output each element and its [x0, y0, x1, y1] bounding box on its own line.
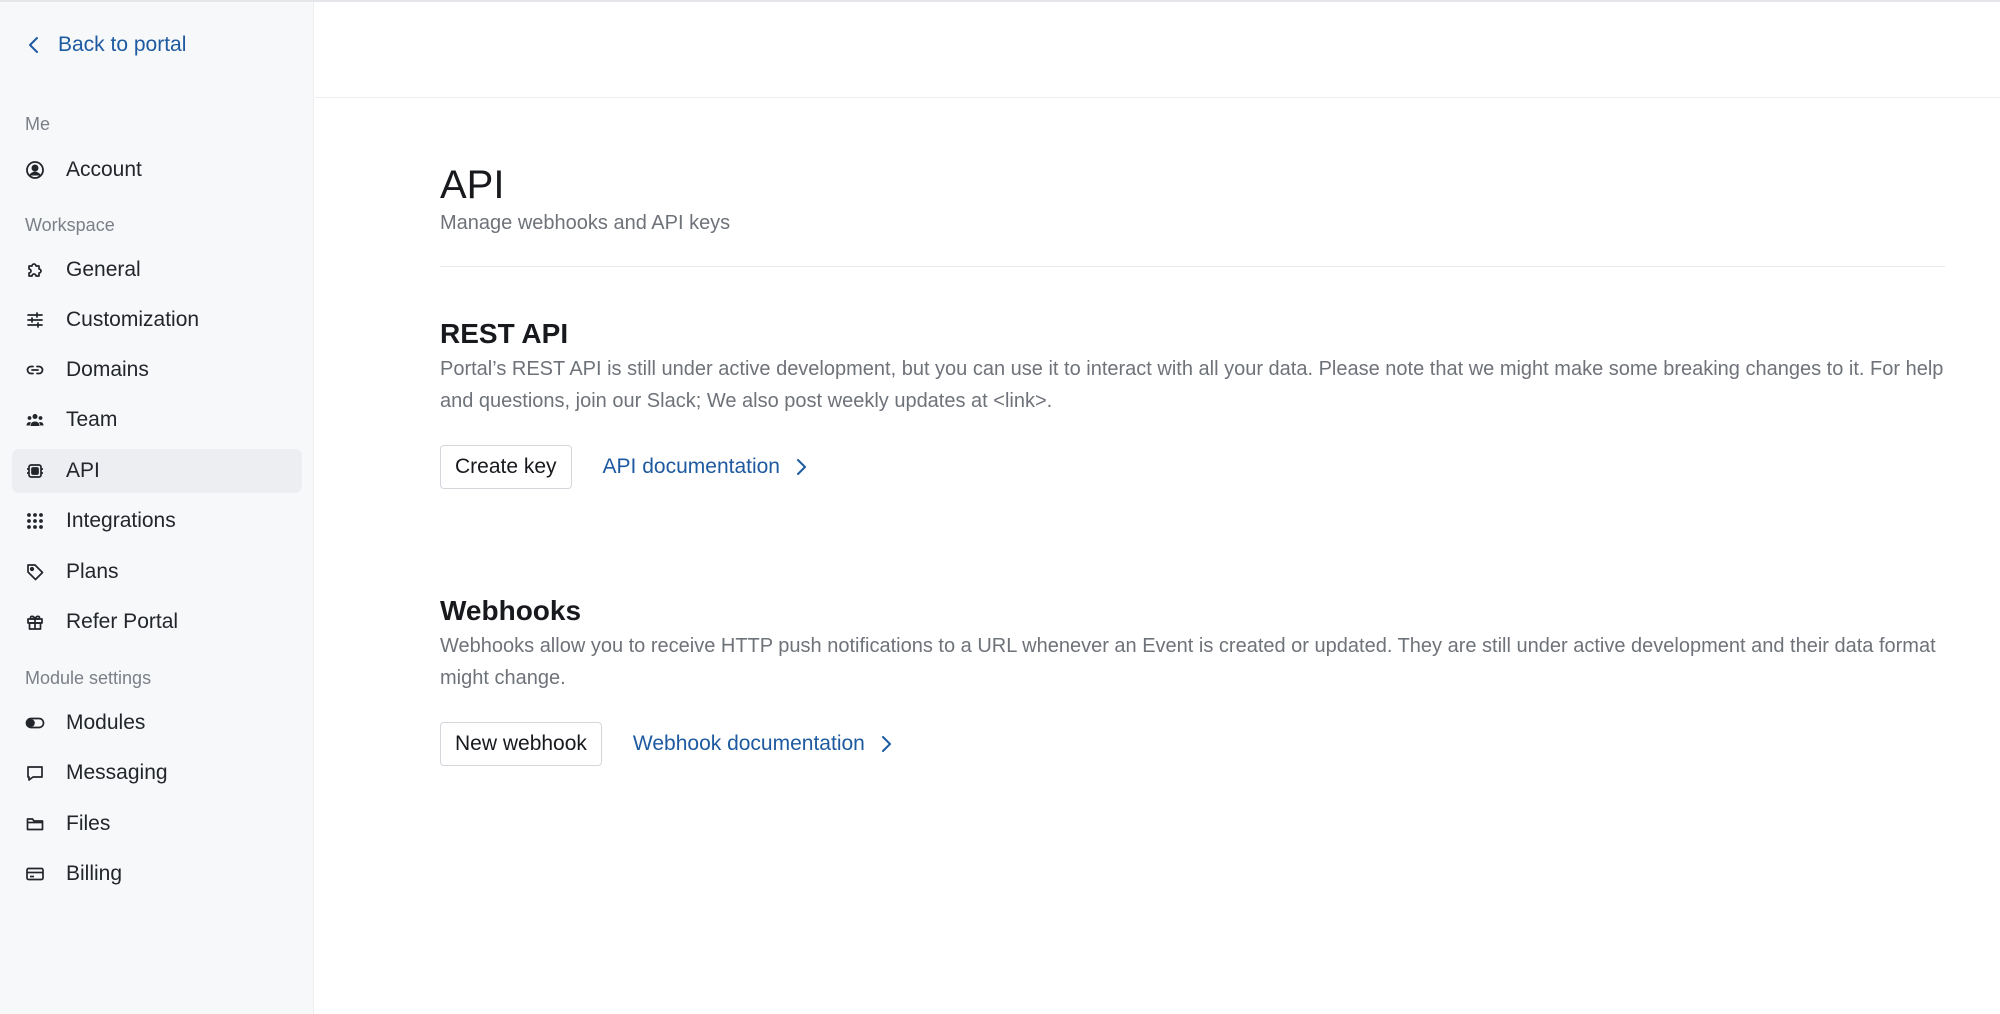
- sidebar-item-plans[interactable]: Plans: [12, 550, 302, 594]
- grid-dots-icon: [24, 510, 46, 532]
- webhook-documentation-link[interactable]: Webhook documentation: [633, 732, 895, 756]
- sidebar-item-label: Messaging: [66, 761, 168, 784]
- chevron-right-icon: [881, 736, 891, 752]
- sidebar-item-general[interactable]: General: [12, 248, 302, 292]
- sidebar-item-label: Team: [66, 408, 118, 431]
- new-webhook-button[interactable]: New webhook: [440, 722, 602, 766]
- sidebar-item-label: Modules: [66, 711, 146, 734]
- back-to-portal-link[interactable]: Back to portal: [24, 30, 186, 60]
- webhook-documentation-label: Webhook documentation: [632, 732, 865, 755]
- toggle-icon: [24, 712, 46, 734]
- webhooks-description: Webhooks allow you to receive HTTP push …: [440, 635, 1936, 689]
- api-settings-page: API Manage webhooks and API keys REST AP…: [440, 162, 1945, 766]
- link-icon: [24, 359, 46, 381]
- webhooks-title: Webhooks: [440, 595, 582, 626]
- api-documentation-label: API documentation: [602, 455, 780, 478]
- sidebar-item-customization[interactable]: Customization: [12, 298, 302, 342]
- section-label-workspace: Workspace: [25, 215, 115, 235]
- page-subtitle: Manage webhooks and API keys: [440, 212, 731, 234]
- sidebar-item-label: Billing: [66, 862, 123, 885]
- rest-api-section: REST API Portal’s REST API is still unde…: [440, 317, 1945, 489]
- sidebar-item-messaging[interactable]: Messaging: [12, 751, 302, 795]
- sliders-icon: [24, 309, 46, 331]
- sidebar-item-label: Domains: [66, 358, 149, 381]
- sidebar: Back to portal Me Account Workspace Gene…: [0, 2, 314, 1014]
- sidebar-item-team[interactable]: Team: [12, 398, 302, 442]
- webhooks-section: Webhooks Webhooks allow you to receive H…: [440, 594, 1945, 766]
- sidebar-item-label: Refer Portal: [66, 610, 179, 633]
- user-circle-icon: [24, 159, 46, 181]
- rest-api-description: Portal’s REST API is still under active …: [440, 358, 1944, 412]
- create-key-button[interactable]: Create key: [440, 445, 572, 489]
- sidebar-item-integrations[interactable]: Integrations: [12, 499, 302, 543]
- api-documentation-link[interactable]: API documentation: [603, 455, 810, 479]
- chevron-left-icon: [29, 37, 38, 53]
- sidebar-item-files[interactable]: Files: [12, 802, 302, 846]
- sidebar-item-refer-portal[interactable]: Refer Portal: [12, 600, 302, 644]
- sidebar-item-api[interactable]: API: [12, 449, 302, 493]
- chip-icon: [24, 460, 46, 482]
- sidebar-item-label: Integrations: [66, 509, 176, 532]
- rest-api-actions: Create key API documentation: [440, 445, 1945, 489]
- page-title: API: [440, 163, 505, 207]
- sidebar-item-label: Customization: [66, 308, 200, 331]
- tag-icon: [24, 561, 46, 583]
- main-content: API Manage webhooks and API keys REST AP…: [315, 2, 2000, 1014]
- sidebar-item-modules[interactable]: Modules: [12, 701, 302, 745]
- rest-api-title: REST API: [440, 318, 569, 349]
- sidebar-item-domains[interactable]: Domains: [12, 348, 302, 392]
- sidebar-item-account[interactable]: Account: [12, 148, 302, 192]
- credit-card-icon: [24, 863, 46, 885]
- users-icon: [24, 409, 46, 431]
- sidebar-item-billing[interactable]: Billing: [12, 852, 302, 896]
- section-label-me: Me: [25, 114, 51, 134]
- section-label-module-settings: Module settings: [25, 668, 152, 688]
- sidebar-item-label: API: [66, 459, 100, 482]
- divider: [440, 266, 1945, 267]
- sidebar-item-label: Account: [66, 158, 142, 181]
- app-window: Back to portal Me Account Workspace Gene…: [0, 0, 2000, 1014]
- folder-icon: [24, 813, 46, 835]
- chevron-right-icon: [797, 459, 806, 475]
- sidebar-item-label: Plans: [66, 560, 119, 583]
- gift-icon: [24, 611, 46, 633]
- puzzle-icon: [24, 259, 46, 281]
- top-bar: [315, 2, 2000, 98]
- back-to-portal-label: Back to portal: [58, 33, 187, 56]
- webhooks-actions: New webhook Webhook documentation: [440, 722, 1945, 766]
- sidebar-item-label: General: [66, 258, 141, 281]
- message-icon: [24, 762, 46, 784]
- sidebar-item-label: Files: [66, 812, 111, 835]
